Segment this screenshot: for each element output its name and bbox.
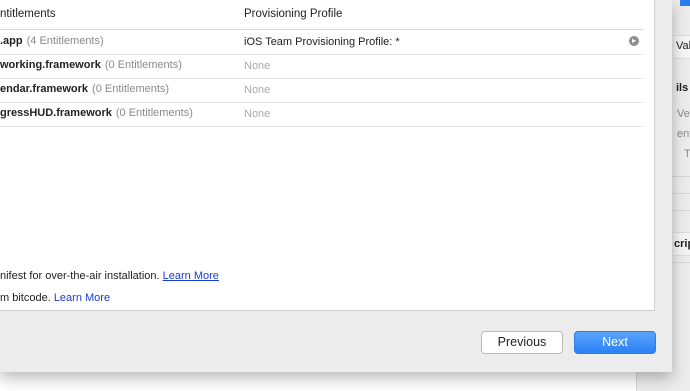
row-profile: None xyxy=(244,108,271,120)
arrow-circle-right-icon[interactable]: ▸ xyxy=(629,36,639,46)
table-row[interactable]: gressHUD.framework (0 Entitlements) None xyxy=(0,102,643,127)
entitlements-column-header: ntitlements xyxy=(0,8,56,20)
entitlements-panel: ntitlements Provisioning Profile .app (4 … xyxy=(0,0,655,311)
row-count: (0 Entitlements) xyxy=(115,107,193,119)
export-sheet: ntitlements Provisioning Profile .app (4 … xyxy=(0,0,672,372)
row-name: working.framework (0 Entitlements) xyxy=(0,59,182,71)
manifest-info: nifest for over-the-air installation. Le… xyxy=(0,270,219,282)
background-label: crip xyxy=(674,238,690,250)
table-row[interactable]: endar.framework (0 Entitlements) None xyxy=(0,78,643,103)
row-name: endar.framework (0 Entitlements) xyxy=(0,83,170,95)
background-label: ent xyxy=(677,128,690,140)
row-profile: iOS Team Provisioning Profile: * xyxy=(244,36,400,48)
bitcode-info: m bitcode. Learn More xyxy=(0,292,111,304)
row-count: (4 Entitlements) xyxy=(26,35,104,47)
table-row[interactable]: .app (4 Entitlements) iOS Team Provisioni… xyxy=(0,29,643,55)
manifest-learn-more-link[interactable]: Learn More xyxy=(163,270,219,282)
table-row[interactable]: working.framework (0 Entitlements) None xyxy=(0,54,643,79)
row-profile: None xyxy=(244,84,271,96)
background-window-accent xyxy=(680,0,690,6)
row-name: .app (4 Entitlements) xyxy=(0,35,104,47)
row-count: (0 Entitlements) xyxy=(92,83,170,95)
row-count: (0 Entitlements) xyxy=(104,59,182,71)
previous-button[interactable]: Previous xyxy=(481,331,563,354)
row-profile: None xyxy=(244,60,271,72)
background-label: Ver xyxy=(677,108,690,120)
row-name: gressHUD.framework (0 Entitlements) xyxy=(0,107,193,119)
background-label: Val xyxy=(676,40,690,52)
profile-column-header: Provisioning Profile xyxy=(244,8,343,20)
next-button[interactable]: Next xyxy=(574,331,656,354)
background-label: ils xyxy=(676,82,689,94)
background-label: T xyxy=(684,148,690,160)
bitcode-learn-more-link[interactable]: Learn More xyxy=(54,292,110,304)
